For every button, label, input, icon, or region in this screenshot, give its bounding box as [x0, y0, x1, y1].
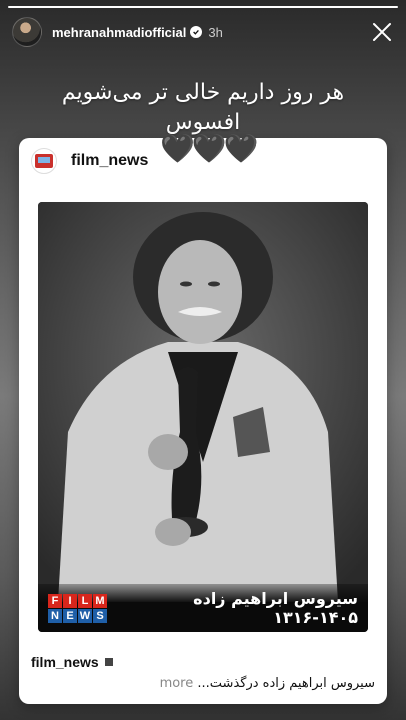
logo-letter: I: [63, 593, 77, 608]
black-hearts-emoji: 🖤🖤🖤: [160, 132, 259, 165]
story-progress-fill: [8, 6, 398, 8]
more-link[interactable]: more: [160, 676, 194, 691]
logo-letter: M: [93, 593, 107, 608]
verified-badge-icon: [190, 26, 203, 38]
close-icon: [373, 23, 391, 41]
close-button[interactable]: [370, 20, 394, 44]
footer-caption-text: سیروس ابراهیم زاده درگذشت...: [197, 676, 375, 691]
square-icon: [104, 658, 113, 666]
logo-letter: F: [48, 593, 62, 608]
film-news-logo: FILM NEWS: [48, 593, 107, 623]
logo-letter: L: [78, 593, 92, 608]
story-header: mehranahmadiofficial 3h: [12, 16, 394, 48]
avatar[interactable]: [12, 17, 42, 47]
portrait-photo: [38, 202, 368, 602]
post-banner: FILM NEWS سیروس ابراهیم زاده ۱۴۰۵-۱۳۱۶: [38, 584, 368, 632]
banner-text: سیروس ابراهیم زاده ۱۴۰۵-۱۳۱۶: [193, 589, 358, 627]
logo-letter: N: [48, 608, 62, 623]
footer-username[interactable]: film_news: [31, 654, 99, 670]
logo-letter: W: [78, 608, 92, 623]
post-avatar[interactable]: [31, 148, 57, 174]
logo-letter: S: [93, 608, 107, 623]
post-image[interactable]: FILM NEWS سیروس ابراهیم زاده ۱۴۰۵-۱۳۱۶: [38, 202, 368, 632]
caption-line-1: هر روز داریم خالی تر می‌شویم: [61, 80, 345, 105]
story-timestamp: 3h: [208, 24, 223, 40]
story-progress-bar: [8, 6, 398, 8]
logo-letter: E: [63, 608, 77, 623]
post-username[interactable]: film_news: [71, 152, 148, 170]
post-footer: film_news سیروس ابراهیم زاده درگذشت... m…: [31, 654, 375, 691]
footer-caption: سیروس ابراهیم زاده درگذشت... more: [31, 676, 375, 691]
shared-post-card[interactable]: film_news F I L M N E W S سیروس ابراهیم …: [19, 138, 387, 704]
story-caption: هر روز داریم خالی تر می‌شویم افسوس: [0, 78, 406, 138]
tv-logo-icon: [35, 154, 53, 168]
story-username[interactable]: mehranahmadiofficial: [52, 25, 186, 40]
